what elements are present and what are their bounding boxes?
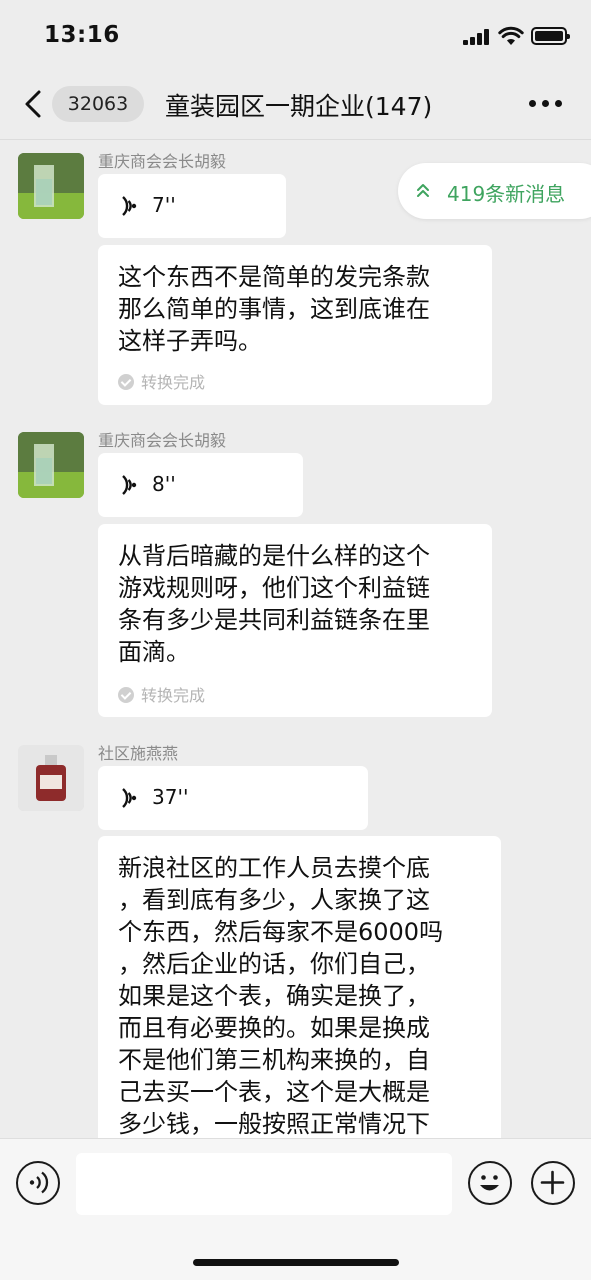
avatar-glass-image [18, 153, 84, 219]
voice-message-bubble[interactable]: 37'' [98, 766, 368, 830]
transcript-text: 从背后暗藏的是什么样的这个 游戏规则呀，他们这个利益链 条有多少是共同利益链条在… [118, 542, 430, 666]
voice-wave-icon [122, 788, 137, 808]
plus-icon [540, 1170, 565, 1195]
voice-message-bubble[interactable]: 8'' [98, 453, 303, 517]
voice-message-bubble[interactable]: 7'' [98, 174, 286, 238]
convert-status-label: 转换完成 [141, 686, 206, 705]
new-messages-label: 419条新消息 [447, 182, 566, 206]
voice-wave-icon [122, 196, 137, 216]
home-indicator[interactable] [193, 1259, 399, 1266]
sender-name: 重庆商会会长胡毅 [98, 431, 227, 450]
transcript-text: 新浪社区的工作人员去摸个底 ，看到底有多少，人家换了这 个东西，然后每家不是60… [118, 854, 444, 1138]
smiley-icon [480, 1175, 499, 1191]
voice-wave-icon [122, 475, 137, 495]
status-time: 13:16 [44, 22, 120, 48]
new-messages-badge[interactable]: 419条新消息 [398, 163, 591, 219]
voice-duration: 37'' [152, 785, 189, 809]
more-actions-button[interactable] [531, 1161, 575, 1205]
more-dots-icon[interactable] [529, 100, 563, 108]
voice-duration: 8'' [152, 472, 176, 496]
status-bar: 13:16 [0, 0, 591, 66]
signal-icon [463, 29, 491, 45]
convert-status: 转换完成 [118, 369, 205, 393]
avatar[interactable] [18, 745, 84, 811]
transcript-bubble[interactable]: 新浪社区的工作人员去摸个底 ，看到底有多少，人家换了这 个东西，然后每家不是60… [98, 836, 501, 1166]
voice-duration: 7'' [152, 193, 176, 217]
message-input[interactable] [76, 1153, 452, 1215]
wifi-icon [498, 26, 524, 45]
avatar[interactable] [18, 153, 84, 219]
emoji-button[interactable] [468, 1161, 512, 1205]
convert-status-label: 转换完成 [141, 373, 206, 392]
chat-screen: 13:16 32063 童装园区一期企业(147) 重庆商会会长胡毅 7'' 这… [0, 0, 591, 1280]
nav-bar: 32063 童装园区一期企业(147) [0, 66, 591, 140]
avatar[interactable] [18, 432, 84, 498]
avatar-bottle-image [18, 745, 84, 811]
convert-status: 转换完成 [118, 682, 205, 706]
avatar-glass-image [18, 432, 84, 498]
double-chevron-up-icon [417, 184, 429, 197]
chat-title: 童装园区一期企业(147) [165, 92, 433, 121]
sender-name: 社区施燕燕 [98, 744, 179, 763]
chevron-left-icon[interactable] [22, 89, 44, 119]
transcript-text: 这个东西不是简单的发完条款 那么简单的事情，这到底谁在 这样子弄吗。 [118, 263, 430, 355]
battery-icon [531, 27, 570, 45]
sender-name: 重庆商会会长胡毅 [98, 152, 227, 171]
transcript-bubble[interactable]: 这个东西不是简单的发完条款 那么简单的事情，这到底谁在 这样子弄吗。 转换完成 [98, 245, 492, 405]
voice-input-button[interactable] [16, 1161, 60, 1205]
check-circle-icon [118, 374, 134, 390]
check-circle-icon [118, 687, 134, 703]
transcript-bubble[interactable]: 从背后暗藏的是什么样的这个 游戏规则呀，他们这个利益链 条有多少是共同利益链条在… [98, 524, 492, 717]
voice-wave-icon [29, 1171, 49, 1194]
unread-count-badge[interactable]: 32063 [52, 86, 144, 122]
